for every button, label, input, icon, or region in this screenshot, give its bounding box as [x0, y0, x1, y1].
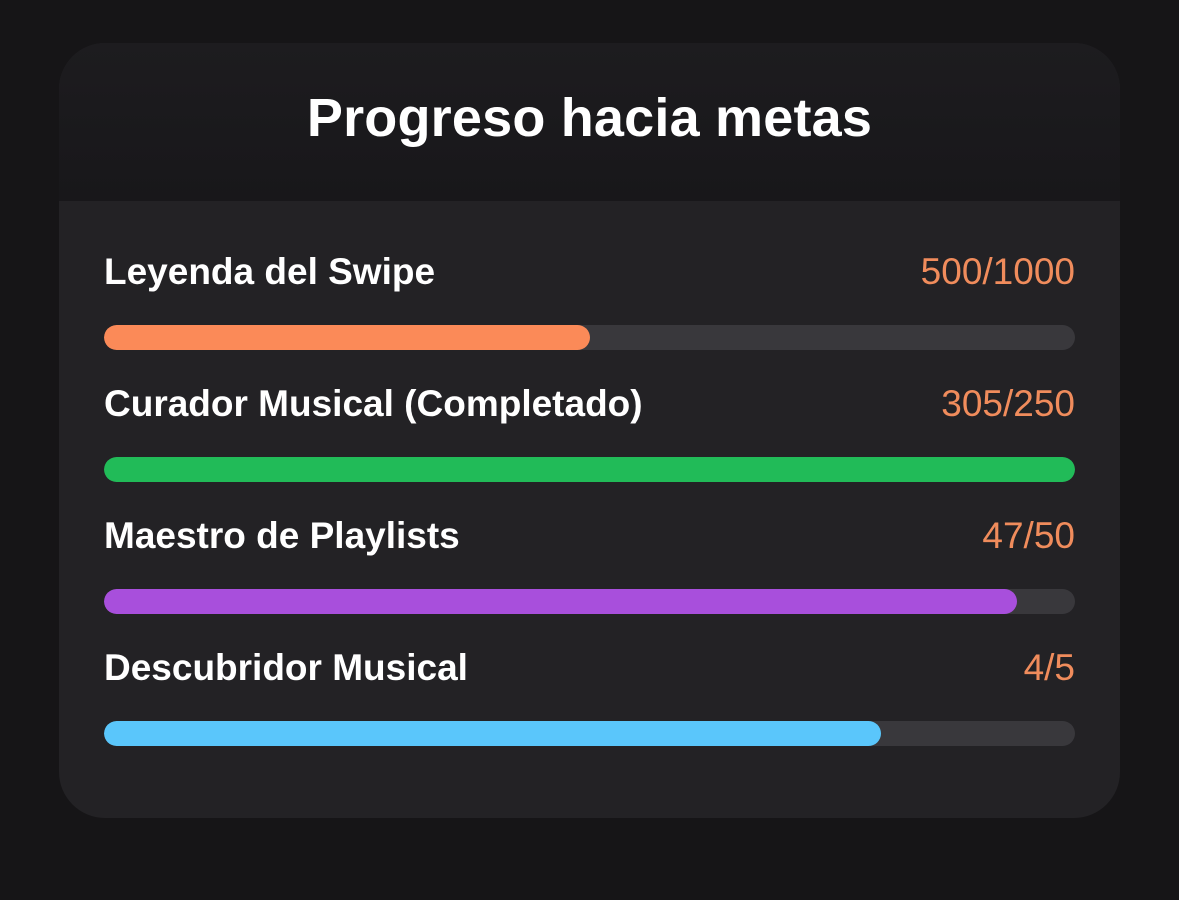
goal-label: Leyenda del Swipe	[104, 251, 436, 292]
goals-progress-card: Progreso hacia metas Leyenda del Swipe 5…	[59, 43, 1120, 818]
goal-value: 4/5	[1023, 647, 1075, 688]
progress-track	[104, 457, 1075, 482]
goals-list: Leyenda del Swipe 500/1000 Curador Music…	[104, 243, 1075, 771]
goal-label: Maestro de Playlists	[104, 515, 460, 556]
card-title: Progreso hacia metas	[306, 88, 873, 148]
goal-value: 47/50	[982, 515, 1075, 556]
goal-item-leyenda-del-swipe: Leyenda del Swipe 500/1000	[104, 243, 1075, 375]
goal-label: Curador Musical (Completado)	[104, 383, 643, 424]
goal-item-curador-musical: Curador Musical (Completado) 305/250	[104, 375, 1075, 507]
card-header: Progreso hacia metas	[59, 43, 1120, 201]
progress-track	[104, 589, 1075, 614]
progress-track	[104, 325, 1075, 350]
goal-value: 305/250	[941, 383, 1075, 424]
progress-track	[104, 721, 1075, 746]
progress-fill	[104, 457, 1075, 482]
progress-fill	[104, 721, 881, 746]
goal-item-descubridor-musical: Descubridor Musical 4/5	[104, 639, 1075, 771]
progress-fill	[104, 325, 590, 350]
goal-label: Descubridor Musical	[104, 647, 468, 688]
goal-value: 500/1000	[920, 251, 1075, 292]
goal-item-maestro-de-playlists: Maestro de Playlists 47/50	[104, 507, 1075, 639]
progress-fill	[104, 589, 1017, 614]
